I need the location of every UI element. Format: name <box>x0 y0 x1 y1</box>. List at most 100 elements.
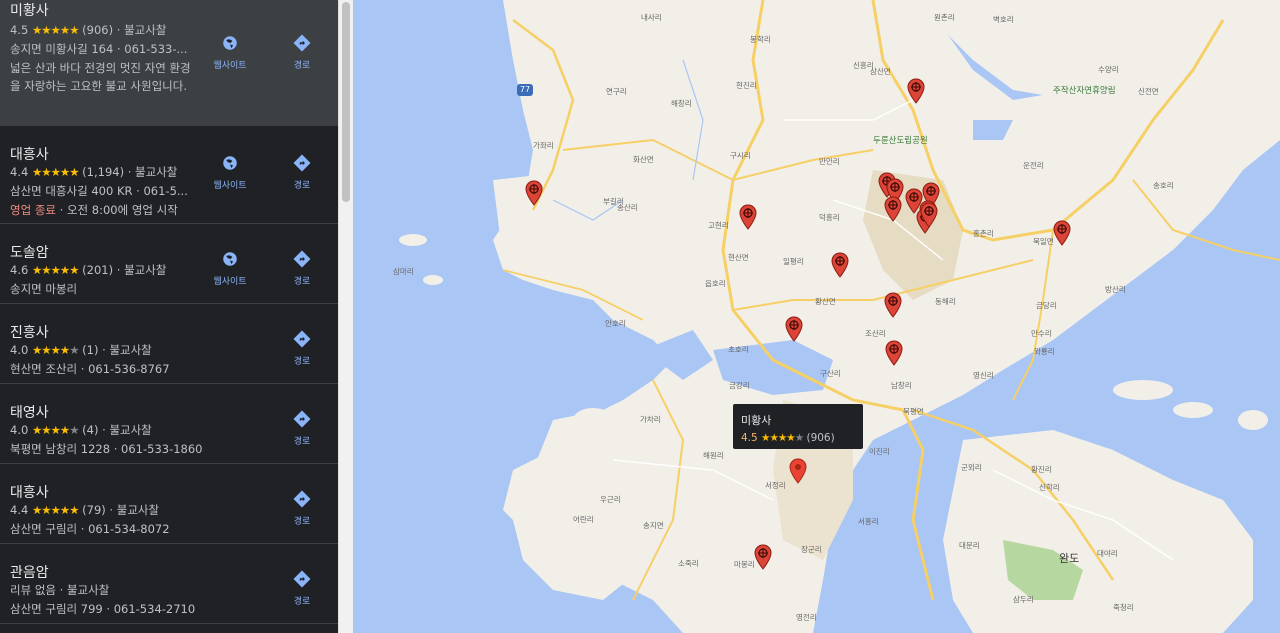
directions-button[interactable]: 경로 <box>272 570 332 607</box>
directions-button[interactable]: 경로 <box>272 410 332 447</box>
place-name-label: 구시리 <box>730 151 751 160</box>
place-result[interactable]: 대흥사 4.4 ★★★★★ (79) · 불교사찰 삼산면 구림리 · 061-53… <box>0 464 338 544</box>
place-name[interactable]: 대흥사 <box>10 144 49 164</box>
place-rating-line: 리뷰 없음 · 불교사찰 <box>10 583 110 597</box>
place-name-label: 영신리 <box>973 371 994 380</box>
website-button[interactable]: 웹사이트 <box>200 250 260 287</box>
temple-map-pin[interactable] <box>1053 220 1071 246</box>
place-name-label: 초호리 <box>728 345 749 354</box>
place-category: 불교사찰 <box>135 165 178 179</box>
place-name-label: 군외리 <box>961 463 982 472</box>
place-name[interactable]: 도솔암 <box>10 242 49 262</box>
tooltip-reviews: (906) <box>806 432 835 444</box>
scrollbar-thumb[interactable] <box>342 2 350 202</box>
place-name-label: 안호리 <box>605 319 626 328</box>
place-category: 불교사찰 <box>116 503 160 517</box>
directions-label: 경로 <box>293 181 311 191</box>
place-name-label: 이진리 <box>869 447 890 456</box>
place-name-label: 마봉리 <box>734 560 755 569</box>
temple-map-pin[interactable] <box>885 340 903 366</box>
place-name-label: 삼두리 <box>1013 595 1034 604</box>
directions-label: 경로 <box>293 597 311 607</box>
temple-map-pin[interactable] <box>525 180 543 206</box>
directions-button[interactable]: 경로 <box>272 154 332 191</box>
place-result[interactable]: 태영사 4.0 ★★★★★ (4) · 불교사찰 북평면 남창리 1228 · 06… <box>0 384 338 464</box>
place-name-label: 신학리 <box>1039 483 1060 492</box>
place-name-label: 해원리 <box>703 451 724 460</box>
place-result[interactable]: 도솔암 4.6 ★★★★★ (201) · 불교사찰 송지면 마봉리 웹사이트 경로 <box>0 224 338 304</box>
place-name-label: 현진리 <box>736 81 757 90</box>
place-name-label: 영전리 <box>796 613 817 622</box>
place-address: 삼산면 구림리 799 · 061-534-2710 <box>10 602 196 616</box>
place-address: 송지면 미황사길 164 · 061-533-... <box>10 42 188 56</box>
review-count: (1,194) <box>82 165 125 179</box>
place-name[interactable]: 대흥사 <box>10 482 49 502</box>
directions-icon <box>272 330 332 348</box>
opening-time: 오전 8:00에 영업 시작 <box>66 203 178 217</box>
directions-label: 경로 <box>293 61 311 71</box>
temple-map-pin[interactable] <box>785 316 803 342</box>
tooltip-rating-value: 4.5 <box>741 432 758 444</box>
place-rating-line: 4.5 ★★★★★ (906) · 불교사찰 <box>10 23 167 37</box>
directions-label: 경로 <box>293 517 311 527</box>
place-name-label: 서정리 <box>765 481 786 490</box>
directions-button[interactable]: 경로 <box>272 34 332 71</box>
directions-button[interactable]: 경로 <box>272 330 332 367</box>
place-name-label: 고현리 <box>708 221 729 230</box>
place-name[interactable]: 태영사 <box>10 402 49 422</box>
place-name-label: 북평면 <box>903 407 924 416</box>
place-result[interactable]: 진흥사 4.0 ★★★★★ (1) · 불교사찰 현산면 조산리 · 061-536… <box>0 304 338 384</box>
place-name[interactable]: 관음암 <box>10 562 49 582</box>
place-name-label: 운전리 <box>1023 161 1044 170</box>
temple-map-pin[interactable] <box>884 196 902 222</box>
tooltip-rating: 4.5 ★★★★★ (906) <box>741 432 835 444</box>
directions-button[interactable]: 경로 <box>272 490 332 527</box>
rating-value: 4.0 <box>10 423 29 437</box>
globe-icon <box>200 250 260 268</box>
temple-map-pin[interactable] <box>907 78 925 104</box>
place-category: 불교사찰 <box>124 23 167 37</box>
temple-map-pin[interactable] <box>739 204 757 230</box>
place-description: 넓은 산과 바다 전경의 멋진 자연 환경을 자랑하는 고요한 불교 사원입니다… <box>10 61 191 93</box>
website-button[interactable]: 웹사이트 <box>200 34 260 71</box>
temple-map-pin[interactable] <box>884 292 902 318</box>
place-name-label: 황산면 <box>815 297 836 306</box>
directions-label: 경로 <box>293 357 311 367</box>
place-result[interactable]: 관음암 리뷰 없음 · 불교사찰삼산면 구림리 799 · 061-534-271… <box>0 544 338 624</box>
place-name-label: 대야리 <box>1097 549 1118 558</box>
place-result[interactable]: 미황사 4.5 ★★★★★ (906) · 불교사찰송지면 미황사길 164 · … <box>0 0 338 126</box>
place-name-label: 와룡리 <box>1034 347 1055 356</box>
island-label: 완도 <box>1059 552 1080 565</box>
place-address: 삼산면 대흥사길 400 KR · 061-5... <box>10 184 188 198</box>
place-name-label: 송호리 <box>1153 181 1174 190</box>
review-count: (201) <box>82 263 114 277</box>
place-address: 현산면 조산리 · 061-536-8767 <box>10 362 170 376</box>
review-count: (79) <box>82 503 106 517</box>
place-name-label: 구산리 <box>820 369 841 378</box>
park-label: 두륜산도립공원 <box>873 136 928 146</box>
place-name-label: 현산면 <box>728 253 749 262</box>
place-category: 불교사찰 <box>109 423 152 437</box>
directions-icon <box>272 490 332 508</box>
place-name-label: 일평리 <box>783 257 804 266</box>
temple-map-pin[interactable] <box>831 252 849 278</box>
place-name-label: 금강리 <box>729 381 750 390</box>
directions-icon <box>272 570 332 588</box>
rating-value: 4.4 <box>10 503 29 517</box>
place-name-label: 만수리 <box>1031 329 1052 338</box>
rating-stars: ★★★★★ <box>31 343 80 357</box>
no-reviews: 리뷰 없음 <box>10 583 56 597</box>
map-canvas[interactable]: 주작산자연휴양림 두륜산도립공원 완도 내사리 벽호리 수양리 봉학리 연구리 해창리 현진리 삼산… <box>353 0 1280 633</box>
place-name[interactable]: 진흥사 <box>10 322 49 342</box>
place-name-label: 읍호리 <box>705 279 726 288</box>
results-scrollbar[interactable] <box>338 0 353 633</box>
place-name-label: 만안리 <box>819 157 840 166</box>
directions-button[interactable]: 경로 <box>272 250 332 287</box>
website-button[interactable]: 웹사이트 <box>200 154 260 191</box>
temple-map-pin[interactable] <box>754 544 772 570</box>
selected-place-pin[interactable] <box>789 458 807 484</box>
place-name[interactable]: 미황사 <box>10 0 49 20</box>
temple-map-pin[interactable] <box>920 202 938 228</box>
place-result[interactable]: 대흥사 4.4 ★★★★★ (1,194) · 불교사찰 삼산면 대흥사길 400 … <box>0 126 338 224</box>
place-name-label: 어란리 <box>573 515 594 524</box>
